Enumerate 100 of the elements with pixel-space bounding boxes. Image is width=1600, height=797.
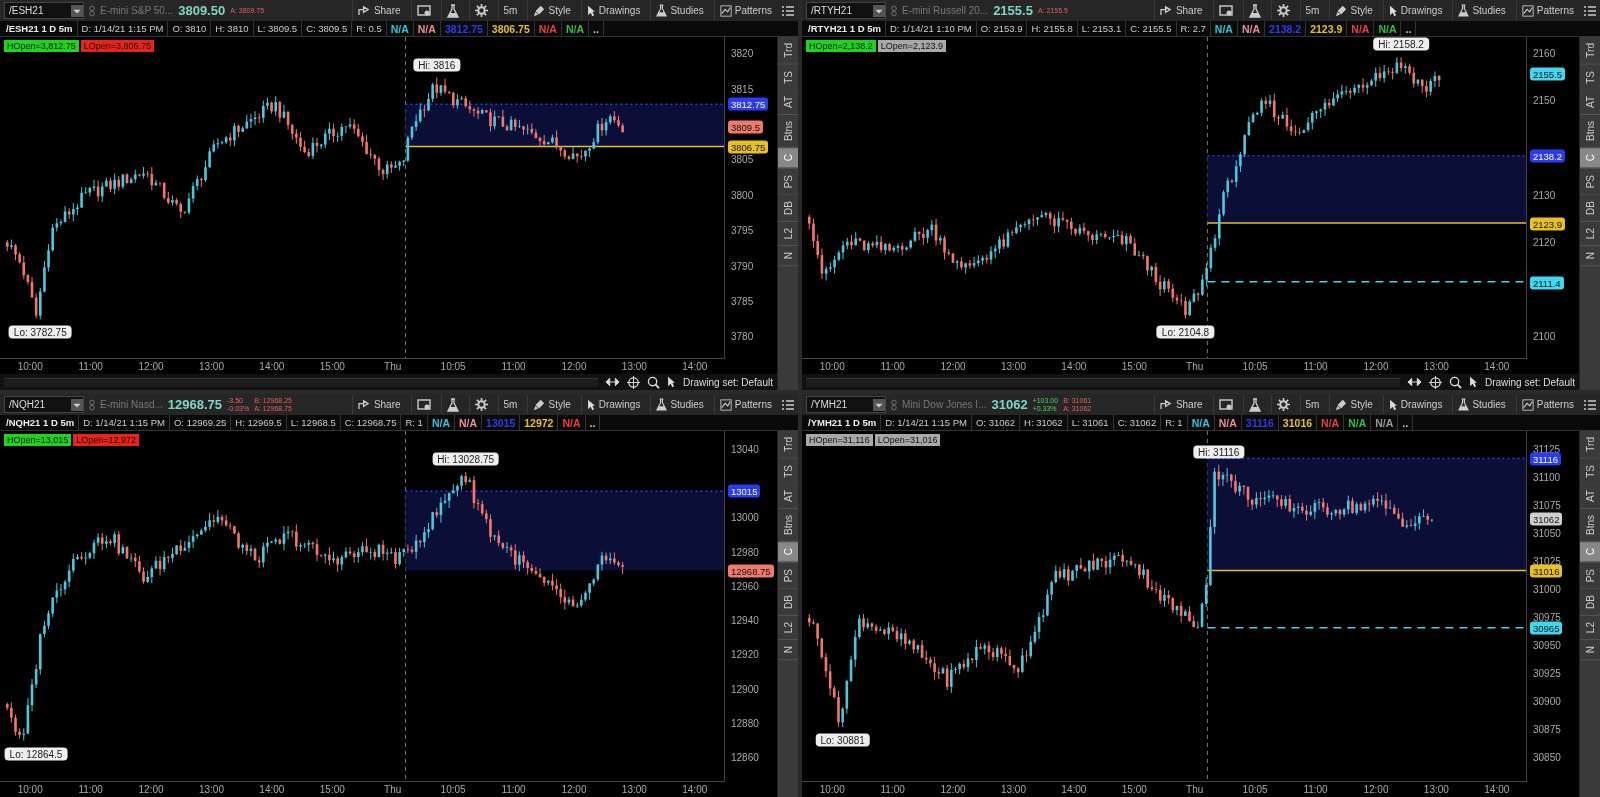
link-icon[interactable] xyxy=(89,398,95,411)
side-tab[interactable]: TS xyxy=(778,458,798,485)
cursor-icon[interactable] xyxy=(666,376,676,388)
toolbar-button[interactable]: Style xyxy=(527,1,576,20)
toolbar-button[interactable]: Patterns xyxy=(713,1,777,20)
ohlc-field: D: 1/14/21 1:15 PM xyxy=(79,415,170,430)
toolbar-button[interactable]: Patterns xyxy=(1515,1,1579,20)
more-indicator[interactable]: .. xyxy=(585,415,601,430)
drawing-set-label[interactable]: Drawing set: Default xyxy=(1484,376,1575,388)
more-indicator[interactable]: .. xyxy=(1401,21,1417,36)
x-axis-label: 14:00 xyxy=(1484,784,1510,795)
side-tab[interactable]: AT xyxy=(778,90,798,116)
x-axis-label: 13:00 xyxy=(198,361,224,372)
symbol-dropdown[interactable]: /YMH21 xyxy=(806,396,886,413)
x-axis-label: 15:00 xyxy=(1121,361,1147,372)
cursor-icon[interactable] xyxy=(1468,376,1478,388)
toolbar-button[interactable]: Share xyxy=(1153,1,1208,20)
toolbar-button[interactable]: Style xyxy=(1329,1,1378,20)
horizontal-scrollbar[interactable] xyxy=(4,377,598,387)
side-tab[interactable]: C xyxy=(778,542,798,563)
menu-icon[interactable] xyxy=(782,399,794,410)
ohlc-field: O: 31062 xyxy=(972,415,1021,430)
symbol-dropdown[interactable]: /NQH21 xyxy=(4,396,84,413)
side-tab[interactable]: C xyxy=(778,148,798,169)
pan-arrows-icon[interactable] xyxy=(1406,377,1422,387)
toolbar-button[interactable]: Share xyxy=(351,1,406,20)
side-tab[interactable]: C xyxy=(1580,148,1600,169)
settings-icon xyxy=(474,398,488,411)
side-tab[interactable]: AT xyxy=(1580,90,1600,116)
toolbar-button[interactable]: Drawings xyxy=(1382,1,1448,20)
side-tab[interactable]: DB xyxy=(1580,195,1600,222)
side-tab[interactable]: DB xyxy=(778,589,798,616)
menu-icon[interactable] xyxy=(1584,399,1596,410)
x-axis-label: 10:00 xyxy=(819,361,845,372)
x-axis-label: 12:00 xyxy=(1363,784,1389,795)
x-axis-label: 13:00 xyxy=(1000,361,1026,372)
toolbar-button[interactable]: Patterns xyxy=(713,395,777,414)
side-tab[interactable]: TS xyxy=(778,64,798,91)
chart-title: /ESH21 1 D 5m xyxy=(2,21,78,36)
x-axis-label: 11:00 xyxy=(78,784,103,795)
instrument-description: E-mini Russell 20... xyxy=(902,5,989,16)
toolbar-button[interactable]: Drawings xyxy=(580,1,646,20)
more-indicator[interactable]: .. xyxy=(589,21,604,36)
toolbar-button[interactable]: Studies xyxy=(1452,395,1511,414)
flask-icon xyxy=(1248,397,1261,412)
open-level-badge: HOpen=3,812.75 xyxy=(4,40,79,52)
link-icon[interactable] xyxy=(89,4,95,17)
open-level-badge: LOpen=31,016 xyxy=(874,434,941,446)
horizontal-scrollbar[interactable] xyxy=(806,377,1400,387)
side-tab[interactable]: AT xyxy=(1580,484,1600,510)
study-value: N/A xyxy=(1344,415,1372,430)
toolbar-button[interactable]: Style xyxy=(1329,395,1378,414)
toolbar-button[interactable]: 5m xyxy=(1299,395,1325,414)
side-tab[interactable]: AT xyxy=(778,484,798,510)
study-value: 13015 xyxy=(482,415,521,430)
y-axis-label: 2100 xyxy=(1533,330,1556,342)
study-value: N/A xyxy=(454,415,483,430)
price-tag: 30965 xyxy=(1530,621,1563,635)
share-icon xyxy=(357,5,371,16)
side-tab[interactable]: TS xyxy=(1580,458,1600,485)
side-tab[interactable]: DB xyxy=(778,195,798,222)
toolbar-button[interactable]: Drawings xyxy=(1382,395,1448,414)
menu-icon[interactable] xyxy=(782,5,794,16)
toolbar-button[interactable]: Style xyxy=(527,395,576,414)
toolbar-button[interactable]: Drawings xyxy=(580,395,646,414)
zoom-icon[interactable] xyxy=(1448,375,1462,389)
x-axis-label: Thu xyxy=(1186,784,1204,795)
pan-arrows-icon[interactable] xyxy=(604,377,620,387)
toolbar-button[interactable]: 5m xyxy=(497,395,523,414)
ohlc-field: D: 1/14/21 1:15 PM xyxy=(77,21,169,36)
side-tab[interactable]: TS xyxy=(1580,64,1600,91)
zoom-icon[interactable] xyxy=(646,375,660,389)
symbol-dropdown[interactable]: /RTYH21 xyxy=(806,2,886,19)
drawing-set-label[interactable]: Drawing set: Default xyxy=(682,376,773,388)
x-axis-label: 13:00 xyxy=(1423,361,1449,372)
link-icon[interactable] xyxy=(891,398,897,411)
x-axis-label: Thu xyxy=(384,361,402,372)
toolbar-button[interactable]: 5m xyxy=(1299,1,1325,20)
share-icon xyxy=(357,399,371,410)
toolbar-button[interactable]: Studies xyxy=(650,1,709,20)
link-icon[interactable] xyxy=(891,4,897,17)
side-tab[interactable]: DB xyxy=(1580,589,1600,616)
settings-icon xyxy=(1276,4,1290,17)
crosshair-icon[interactable] xyxy=(626,375,640,389)
toolbar-button[interactable]: 5m xyxy=(497,1,523,20)
toolbar-button[interactable]: Studies xyxy=(650,395,709,414)
side-tab[interactable]: C xyxy=(1580,542,1600,563)
y-axis-label: 3805 xyxy=(731,153,754,165)
study-value: N/A xyxy=(1347,21,1375,36)
toolbar-button[interactable]: Share xyxy=(1153,395,1208,414)
menu-icon[interactable] xyxy=(1584,5,1596,16)
symbol-dropdown[interactable]: /ESH21 xyxy=(4,2,84,19)
toolbar-button[interactable]: Studies xyxy=(1452,1,1511,20)
more-indicator[interactable]: .. xyxy=(1398,415,1414,430)
high-callout: Hi: 2158.2 xyxy=(1373,37,1429,51)
x-axis-label: 11:00 xyxy=(880,784,905,795)
study-value: N/A xyxy=(386,21,414,36)
toolbar-button[interactable]: Share xyxy=(351,395,406,414)
crosshair-icon[interactable] xyxy=(1428,375,1442,389)
toolbar-button[interactable]: Patterns xyxy=(1515,395,1579,414)
